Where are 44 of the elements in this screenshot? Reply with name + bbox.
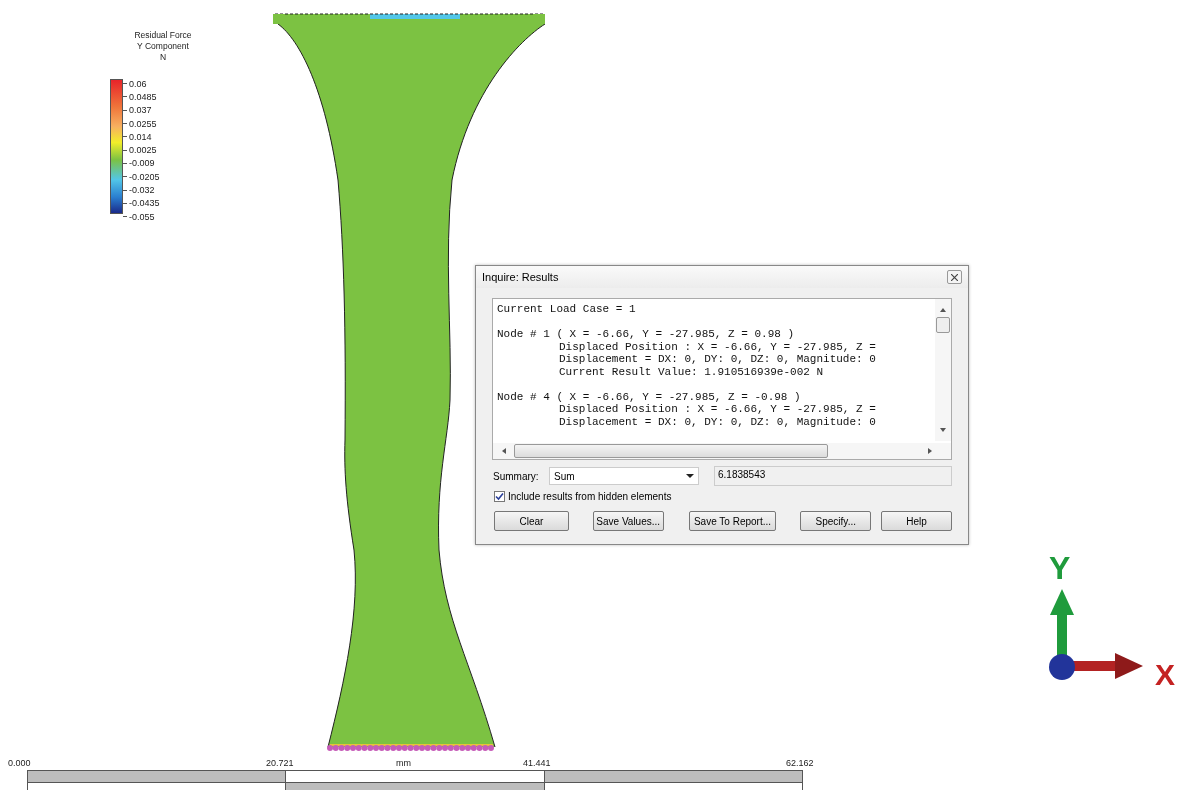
result-line: Current Load Case = 1 [497,303,637,316]
legend-value: 0.014 [129,131,152,142]
result-line: Current Result Value: 1.910516939e-002 N [558,365,825,378]
legend-title: Y Component [136,41,190,52]
scale-value: 41.441 [523,758,551,768]
legend-value: -0.0435 [129,198,160,209]
result-line: Displaced Position : X = -6.66, Y = -27.985, Z = [558,403,877,416]
legend-title: N [158,52,168,63]
horizontal-scrollbar[interactable] [493,443,951,459]
result-line: Displacement = DX: 0, DY: 0, DZ: 0, Magnitude: 0 [558,353,877,366]
legend-value: 0.0485 [129,91,157,102]
result-line: Node # 4 ( X = -6.66, Y = -27.985, Z = -0.98 ) [497,390,802,403]
close-icon [951,273,958,281]
scale-value: 62.162 [786,758,814,768]
legend-value: -0.009 [129,158,155,169]
scale-value: 20.721 [266,758,294,768]
include-hidden-checkbox[interactable] [494,491,505,502]
close-button[interactable] [947,270,962,284]
result-line: Node # 1 ( X = -6.66, Y = -27.985, Z = 0.98 ) [497,328,796,341]
checkbox-label: Include results from hidden elements [508,491,672,502]
scale-unit: mm [396,758,411,768]
dialog-button[interactable]: Specify... [800,511,872,531]
legend-value: 0.0255 [129,118,157,129]
dialog-button[interactable]: Save Values... [592,511,664,531]
scale-value: 0.000 [8,758,31,768]
summary-dropdown[interactable]: Sum [549,467,699,485]
legend-value: -0.055 [129,211,155,222]
dialog-button[interactable]: Save To Report... [688,511,777,531]
axis-label: Y [1049,553,1071,583]
summary-label: Summary: [493,470,540,482]
legend-value: 0.0025 [129,145,157,156]
dialog-title: Inquire: Results [482,271,559,283]
result-line: Displaced Position : X = -6.66, Y = -27.985, Z = [558,340,877,353]
axis-label: X [1155,661,1175,689]
vertical-scrollbar[interactable] [935,299,951,441]
legend-value: -0.0205 [129,171,160,182]
result-line: Displacement = DX: 0, DY: 0, DZ: 0, Magnitude: 0 [558,415,877,428]
dialog-button[interactable]: Help [881,511,952,531]
legend-value: 0.06 [129,78,147,89]
legend-title: Residual Force [133,30,193,41]
legend-value: -0.032 [129,185,155,195]
legend-value: 0.037 [129,105,152,116]
result-field: 6.1838543 [714,466,952,486]
dialog-button[interactable]: Clear [494,511,569,531]
